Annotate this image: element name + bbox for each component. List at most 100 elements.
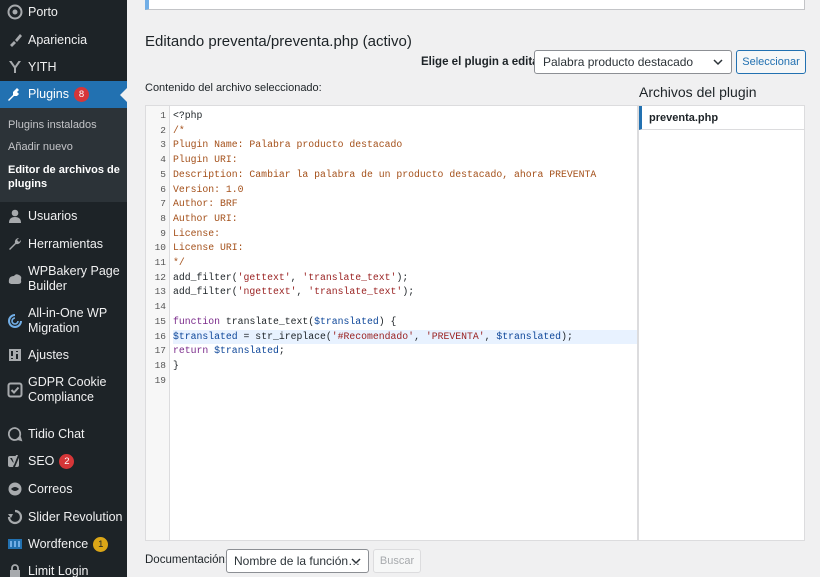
code-line: add_filter('gettext', 'translate_text'); (173, 271, 409, 283)
code-line: License URI: (173, 242, 244, 254)
line-number: 10 (154, 242, 166, 254)
sidebar-item-all-in-one-migration[interactable]: All-in-One WP Migration (0, 306, 127, 336)
plugin-select-value: Palabra producto destacado (543, 55, 694, 69)
wpbakery-icon (2, 271, 28, 287)
search-docs-button[interactable]: Buscar (373, 549, 421, 573)
code-line: add_filter('ngettext', 'translate_text')… (173, 286, 415, 298)
chevron-down-icon (351, 558, 361, 565)
sidebar-item-label: Herramientas (28, 236, 104, 251)
line-number: 1 (160, 110, 166, 121)
line-number: 12 (154, 271, 166, 283)
line-number: 16 (154, 330, 166, 342)
sidebar-item-label: GDPR Cookie Compliance (28, 375, 107, 404)
line-number: 11 (154, 257, 166, 268)
sidebar-item-gdpr[interactable]: GDPR Cookie Compliance (0, 375, 127, 405)
plugins-submenu: Plugins instalados Añadir nuevo Editor d… (0, 108, 127, 202)
sidebar-item-apariencia[interactable]: Apariencia (0, 30, 127, 50)
yith-icon (2, 59, 28, 75)
documentation-label: Documentación: (145, 554, 229, 566)
code-line: <?php (173, 110, 203, 121)
sidebar-item-ajustes[interactable]: Ajustes (0, 345, 127, 365)
line-number-gutter: 1 2 3 4 5 6 7 8 9 10 11 12 13 14 15 16 17 18 19 (146, 106, 170, 540)
sidebar-item-label: Apariencia (28, 32, 88, 47)
settings-icon (2, 347, 28, 363)
users-icon (2, 208, 28, 224)
sidebar-item-usuarios[interactable]: Usuarios (0, 206, 127, 226)
code-line: function translate_text($translated) { (173, 315, 397, 327)
line-number: 2 (160, 124, 166, 136)
documentation-select-value: Nombre de la función… (234, 554, 361, 568)
code-line: License: (173, 227, 221, 239)
code-line: Author: BRF (173, 198, 238, 210)
notice-box (145, 0, 805, 10)
code-editor[interactable]: 1 2 3 4 5 6 7 8 9 10 11 12 13 14 15 16 17 18 19 <?php/* Plu… (145, 105, 638, 541)
sidebar-item-yith[interactable]: YITH (0, 57, 127, 77)
sidebar-item-correos[interactable]: Correos (0, 479, 127, 499)
file-content-label: Contenido del archivo seleccionado: (145, 82, 322, 94)
line-number: 14 (154, 301, 166, 313)
page-title: Editando preventa/preventa.php (activo) (145, 33, 412, 50)
line-number: 17 (154, 345, 166, 357)
migration-icon (2, 313, 28, 329)
notification-badge: 1 (93, 536, 109, 552)
code-line: Description: Cambiar la palabra de un pr… (173, 168, 597, 180)
gdpr-icon (2, 382, 28, 398)
code-line: /* (173, 124, 185, 136)
line-number: 5 (160, 168, 166, 180)
submenu-item-add-new[interactable]: Añadir nuevo (8, 140, 73, 154)
sidebar-item-label: Slider Revolution (28, 509, 123, 524)
update-count-badge: 8 (74, 87, 89, 102)
plugin-files-heading: Archivos del plugin (639, 84, 757, 100)
sidebar-item-porto[interactable]: Porto (0, 2, 127, 22)
plugins-icon (2, 87, 28, 103)
code-line: return $translated; (173, 345, 285, 357)
sidebar-item-plugins[interactable]: Plugins 8 (0, 81, 127, 108)
paintbrush-icon (2, 32, 28, 48)
sidebar-item-label: WPBakery Page Builder (28, 264, 120, 293)
sidebar-item-wpbakery[interactable]: WPBakery Page Builder (0, 264, 127, 294)
sidebar-item-label: Limit Login (28, 563, 89, 577)
sidebar-item-label: Ajustes (28, 347, 69, 362)
sidebar-item-herramientas[interactable]: Herramientas (0, 234, 127, 254)
sidebar-item-tidio-chat[interactable]: Tidio Chat (0, 424, 127, 444)
file-item-preventa-php[interactable]: preventa.php (639, 106, 804, 130)
plugin-files-panel: preventa.php (638, 105, 805, 541)
code-line: } (173, 359, 179, 371)
slider-icon (2, 509, 28, 525)
admin-sidebar: Porto Apariencia YITH Plugins 8 Plugins i… (0, 0, 127, 577)
code-line: Plugin Name: Palabra producto destacado (173, 139, 403, 151)
code-line: Version: 1.0 (173, 183, 244, 195)
sidebar-item-seo[interactable]: SEO 2 (0, 451, 127, 471)
documentation-select[interactable]: Nombre de la función… (226, 549, 369, 573)
sidebar-item-label: All-in-One WP Migration (28, 306, 107, 335)
sidebar-item-slider-revolution[interactable]: Slider Revolution (0, 507, 127, 527)
line-number: 19 (154, 374, 166, 386)
code-line: */ (173, 257, 185, 268)
code-line: $translated = str_ireplace('#Recomendado… (173, 329, 637, 345)
lock-icon (2, 563, 28, 577)
sidebar-item-label: Porto (28, 4, 58, 19)
sidebar-item-wordfence[interactable]: Wordfence 1 (0, 534, 127, 554)
notification-badge: 2 (59, 453, 75, 469)
line-number: 13 (154, 286, 166, 298)
sidebar-item-label: Usuarios (28, 208, 78, 223)
yoast-icon (2, 453, 28, 469)
plugin-chooser-label: Elige el plugin a editar: (421, 56, 547, 68)
line-number: 9 (160, 227, 166, 239)
line-number: 3 (160, 139, 166, 151)
line-number: 6 (160, 183, 166, 195)
line-number: 15 (154, 315, 166, 327)
line-number: 4 (160, 154, 166, 166)
chevron-down-icon (713, 59, 723, 66)
submenu-item-plugin-file-editor[interactable]: Editor de archivos de plugins (8, 163, 120, 191)
submenu-item-installed-plugins[interactable]: Plugins instalados (8, 118, 97, 132)
line-number: 18 (154, 359, 166, 371)
sidebar-item-label: Tidio Chat (28, 426, 85, 441)
select-plugin-button[interactable]: Seleccionar (736, 50, 806, 74)
line-number: 7 (160, 198, 166, 210)
line-number: 8 (160, 212, 166, 224)
sidebar-item-limit-login[interactable]: Limit Login (0, 561, 127, 577)
chat-icon (2, 426, 28, 442)
plugin-select[interactable]: Palabra producto destacado (534, 50, 732, 74)
code-line: Author URI: (173, 212, 238, 224)
